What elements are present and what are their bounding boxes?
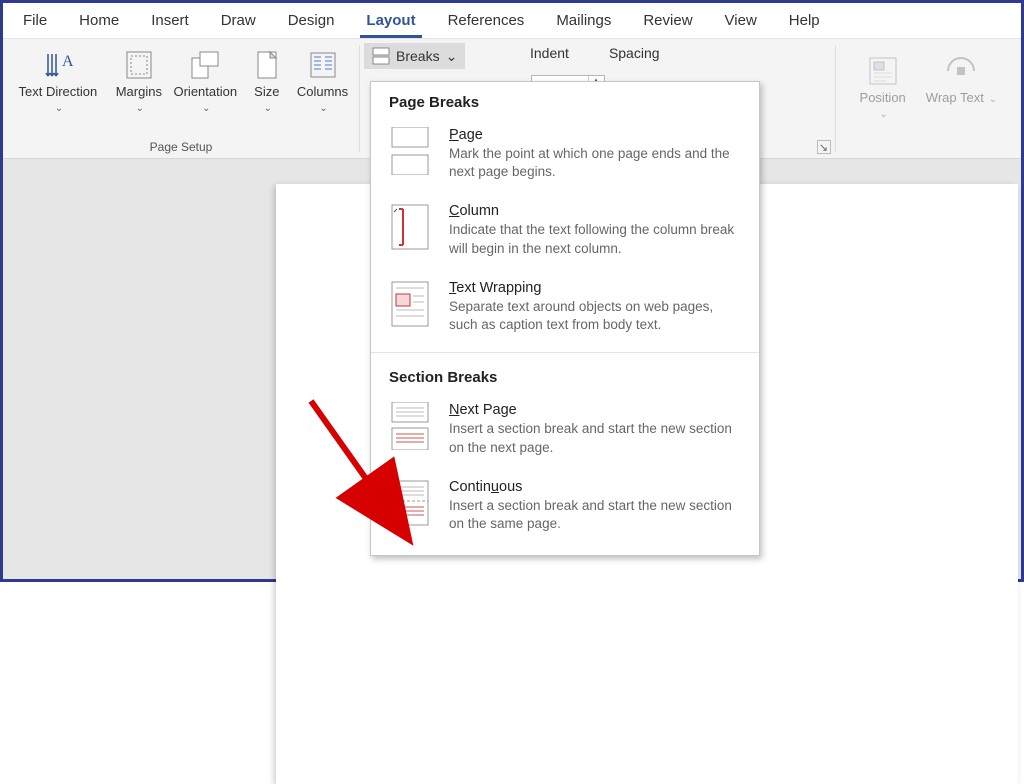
tab-insert[interactable]: Insert	[135, 4, 205, 38]
tab-view[interactable]: View	[709, 4, 773, 38]
break-continuous-title-rest: ous	[499, 479, 522, 495]
page-break-icon	[389, 127, 431, 175]
next-page-section-break-icon	[389, 402, 431, 450]
spacing-heading: Spacing	[609, 45, 660, 61]
break-column-desc: Indicate that the text following the col…	[449, 221, 741, 257]
break-nextpage-mnemonic: N	[449, 402, 459, 418]
tab-design[interactable]: Design	[272, 4, 351, 38]
page-breaks-heading: Page Breaks	[371, 82, 759, 119]
wrap-text-label: Wrap Text	[926, 90, 984, 105]
tab-review[interactable]: Review	[627, 4, 708, 38]
tab-layout[interactable]: Layout	[350, 4, 431, 38]
break-nextpage-title: ext Page	[459, 402, 516, 418]
page-setup-group-label: Page Setup	[150, 140, 213, 156]
break-column-title: olumn	[459, 203, 499, 219]
svg-text:A: A	[62, 53, 74, 70]
break-page-mnemonic: P	[449, 127, 459, 143]
breaks-button[interactable]: Breaks ⌄	[364, 43, 465, 69]
size-label: Size	[254, 84, 279, 99]
size-icon	[249, 47, 285, 83]
size-button[interactable]: Size ⌄	[244, 43, 290, 119]
text-wrapping-break-icon	[389, 280, 431, 328]
break-column-item[interactable]: Column Indicate that the text following …	[371, 195, 759, 271]
break-column-mnemonic: C	[449, 203, 459, 219]
break-next-page-item[interactable]: Next Page Insert a section break and sta…	[371, 394, 759, 470]
chevron-down-icon: ⌄	[136, 103, 144, 114]
orientation-label: Orientation	[173, 84, 237, 99]
margins-button[interactable]: Margins ⌄	[111, 43, 167, 119]
tab-home[interactable]: Home	[63, 4, 135, 38]
break-nextpage-desc: Insert a section break and start the new…	[449, 420, 741, 456]
columns-button[interactable]: Columns ⌄	[292, 43, 353, 119]
break-page-desc: Mark the point at which one page ends an…	[449, 145, 741, 181]
tab-file[interactable]: File	[7, 4, 63, 38]
position-label: Position	[860, 90, 906, 105]
continuous-section-break-icon	[389, 479, 431, 527]
indent-heading: Indent	[530, 45, 569, 61]
orientation-button[interactable]: Orientation ⌄	[169, 43, 242, 119]
break-continuous-mnemonic: u	[491, 479, 499, 495]
breaks-dropdown: Page Breaks Page Mark the point at which…	[370, 81, 760, 556]
tab-mailings[interactable]: Mailings	[540, 4, 627, 38]
break-text-wrapping-item[interactable]: Text Wrapping Separate text around objec…	[371, 272, 759, 348]
margins-label: Margins	[116, 84, 162, 99]
chevron-down-icon: ⌄	[986, 94, 997, 105]
menu-tabs: File Home Insert Draw Design Layout Refe…	[3, 3, 1021, 39]
chevron-down-icon: ⌄	[446, 48, 458, 65]
tab-help[interactable]: Help	[773, 4, 836, 38]
chevron-down-icon: ⌄	[55, 103, 63, 114]
break-page-item[interactable]: Page Mark the point at which one page en…	[371, 119, 759, 195]
chevron-down-icon: ⌄	[879, 109, 887, 120]
position-icon	[865, 53, 901, 89]
break-continuous-title-pre: Contin	[449, 479, 491, 495]
margins-icon	[121, 47, 157, 83]
text-direction-icon: A	[41, 47, 77, 83]
break-continuous-item[interactable]: Continuous Insert a section break and st…	[371, 471, 759, 547]
position-button[interactable]: Position ⌄	[854, 49, 912, 125]
columns-label: Columns	[297, 84, 348, 99]
text-direction-button[interactable]: A Text Direction ⌄	[9, 43, 109, 119]
wrap-text-icon	[943, 53, 979, 89]
breaks-label: Breaks	[396, 48, 440, 64]
text-direction-label: Text Direction	[19, 84, 98, 99]
paragraph-dialog-launcher[interactable]: ↘	[817, 140, 831, 154]
tab-references[interactable]: References	[432, 4, 541, 38]
tab-draw[interactable]: Draw	[205, 4, 272, 38]
orientation-icon	[187, 47, 223, 83]
chevron-down-icon: ⌄	[264, 103, 272, 114]
break-continuous-desc: Insert a section break and start the new…	[449, 497, 741, 533]
break-page-title: age	[459, 127, 483, 143]
section-breaks-heading: Section Breaks	[371, 357, 759, 394]
break-textwrap-desc: Separate text around objects on web page…	[449, 298, 741, 334]
breaks-icon	[372, 47, 390, 65]
column-break-icon	[389, 203, 431, 251]
wrap-text-button[interactable]: Wrap Text ⌄	[920, 49, 1003, 110]
chevron-down-icon: ⌄	[319, 103, 327, 114]
chevron-down-icon: ⌄	[202, 103, 210, 114]
break-textwrap-title: ext Wrapping	[456, 280, 541, 296]
columns-icon	[305, 47, 341, 83]
